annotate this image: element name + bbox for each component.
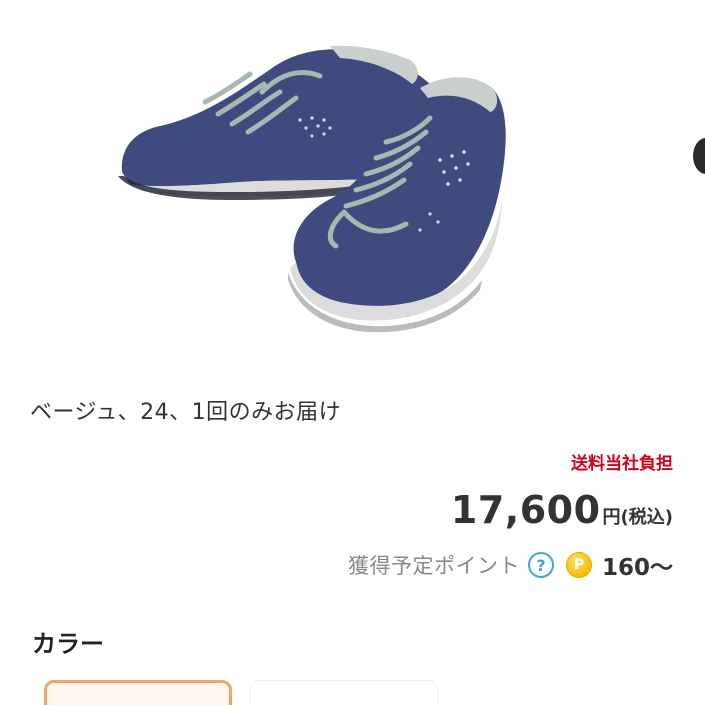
points-row: 獲得予定ポイント ? P 160〜 (348, 548, 673, 582)
color-section-heading: カラー (32, 630, 104, 658)
sneakers-illustration (118, 45, 506, 333)
point-coin-icon: P (565, 552, 592, 578)
selected-variant-summary: ベージュ、24、1回のみお届け (30, 400, 342, 425)
price-amount: 17,600 (450, 488, 601, 532)
help-icon[interactable]: ? (527, 552, 554, 578)
shipping-note: 送料当社負担 (571, 454, 673, 474)
color-swatches (44, 680, 438, 705)
price-row: 17,600 円(税込) (451, 488, 673, 532)
color-swatch[interactable] (250, 680, 438, 705)
points-value: 160〜 (601, 555, 673, 581)
points-label: 獲得予定ポイント (347, 554, 520, 578)
product-detail-page: ベージュ、24、1回のみお届け 送料当社負担 17,600 円(税込) 獲得予定… (0, 0, 705, 705)
price-unit: 円(税込) (602, 507, 673, 528)
product-image[interactable] (0, 0, 705, 360)
color-swatch-selected[interactable] (44, 680, 232, 705)
